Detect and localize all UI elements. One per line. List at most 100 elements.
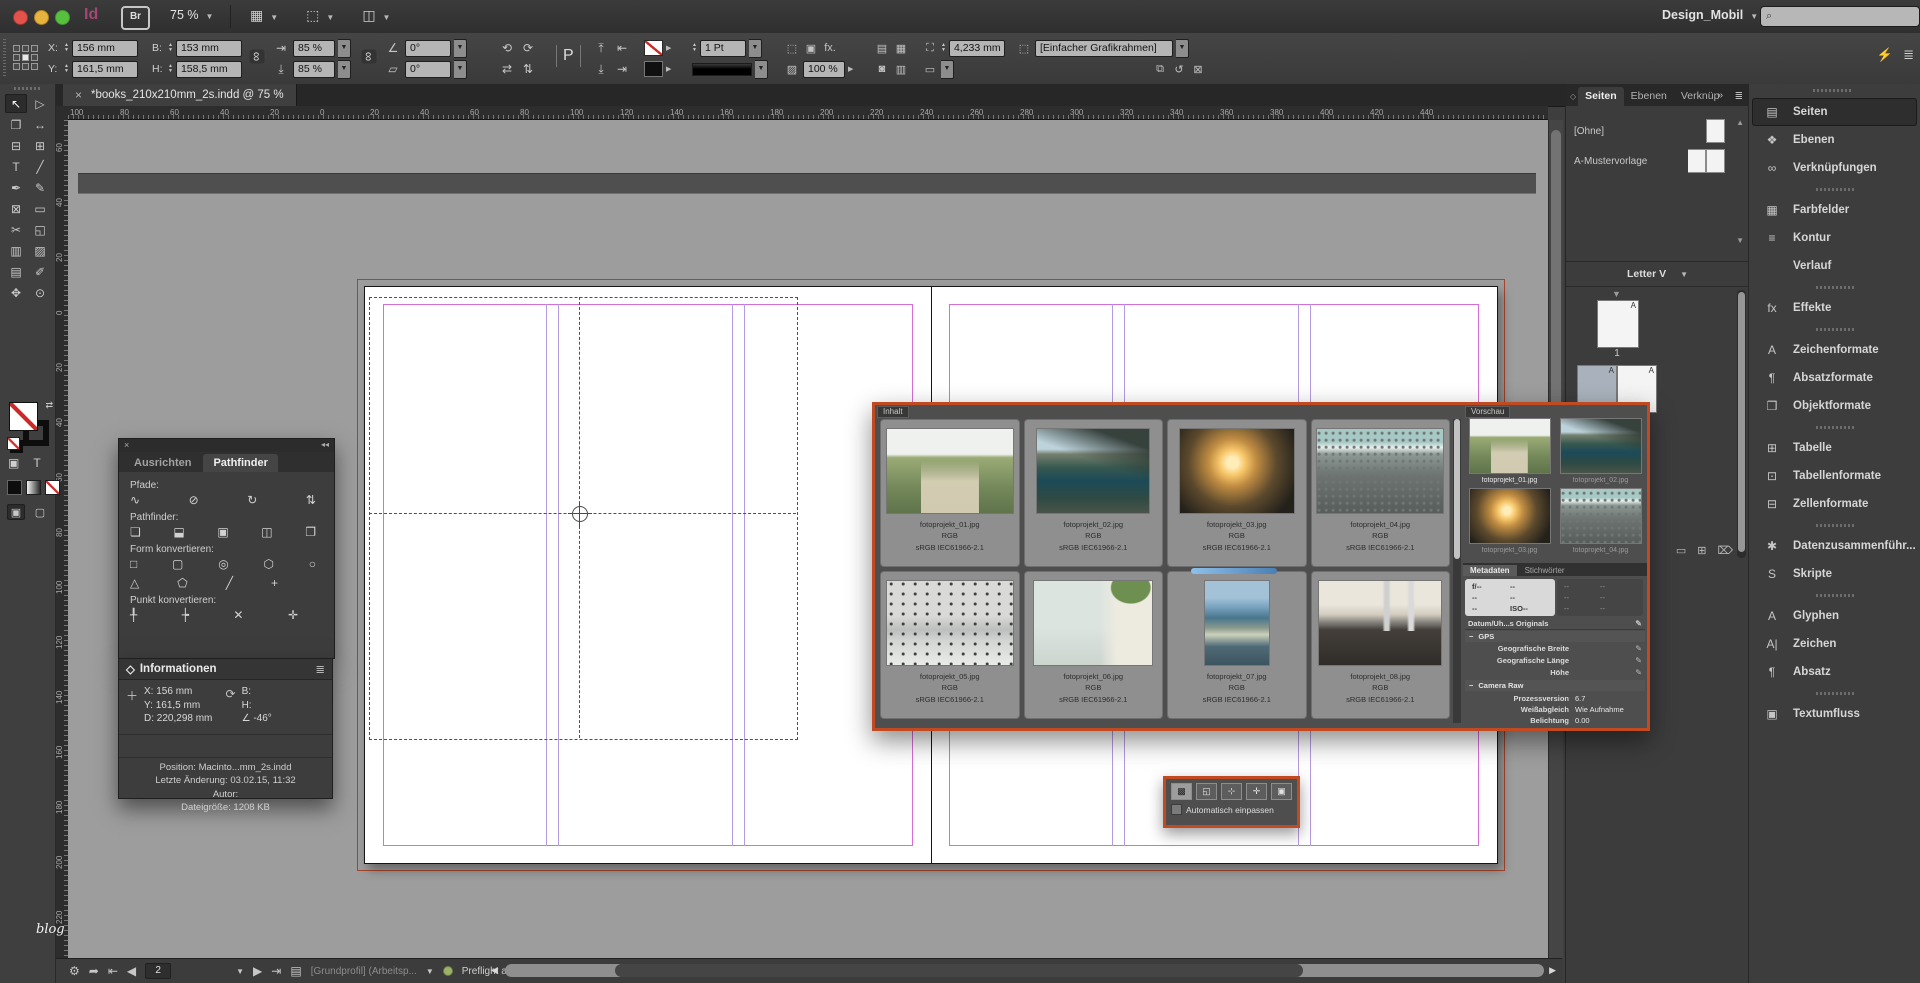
- dock-item-zellenformate[interactable]: ⊟ Zellenformate: [1749, 490, 1920, 518]
- edit-icon[interactable]: ✎: [1635, 619, 1642, 628]
- Ebenen[interactable]: Ebenen: [1624, 87, 1674, 106]
- new-page-icon[interactable]: ⊞: [1697, 544, 1706, 557]
- open-path-icon[interactable]: ⊘: [189, 493, 199, 507]
- formatting-affects-text-icon[interactable]: T: [33, 456, 40, 470]
- reference-point-proxy[interactable]: [13, 45, 38, 70]
- convert-polygon-icon[interactable]: ⬠: [177, 576, 187, 590]
- search-input[interactable]: [1776, 10, 1898, 24]
- wrap-bounding-box-icon[interactable]: ▦: [893, 42, 909, 55]
- content-placer-tool[interactable]: ⊞: [29, 136, 51, 155]
- scale-y-field[interactable]: 85 %: [293, 61, 335, 78]
- chevron-down-icon[interactable]: ▼: [454, 39, 467, 58]
- minus-back-icon[interactable]: ❐: [305, 525, 316, 539]
- x-position-field[interactable]: 156 mm: [72, 40, 138, 57]
- chevron-down-icon[interactable]: ▼: [338, 39, 351, 58]
- date-original-row[interactable]: Datum/Uh...s Originals✎: [1465, 618, 1645, 630]
- scrollbar-thumb[interactable]: [1454, 419, 1460, 559]
- frame-center-crosshair[interactable]: [572, 506, 588, 522]
- preview-pane-tab[interactable]: Vorschau: [1465, 406, 1510, 418]
- width-field[interactable]: 153 mm: [176, 40, 242, 57]
- dock-item-ebenen[interactable]: ❖ Ebenen: [1749, 126, 1920, 154]
- no-text-wrap-icon[interactable]: ▤: [874, 42, 890, 55]
- scroll-down-icon[interactable]: ▼: [1736, 236, 1744, 245]
- dock-item-kontur[interactable]: ≡ Kontur: [1749, 224, 1920, 252]
- dock-item-tabellenformate[interactable]: ⊡ Tabellenformate: [1749, 462, 1920, 490]
- collapse-icon[interactable]: −: [1469, 681, 1473, 690]
- wrap-object-shape-icon[interactable]: ◙: [874, 63, 890, 75]
- chevron-down-icon[interactable]: ▼: [941, 60, 954, 79]
- convert-rectangle-icon[interactable]: □: [130, 557, 137, 571]
- camera-raw-section-header[interactable]: −Camera Raw: [1465, 680, 1645, 691]
- convert-line-icon[interactable]: ╱: [226, 576, 233, 590]
- fit-gap-field[interactable]: 4,233 mm: [949, 40, 1005, 57]
- dock-item-zeichenformate[interactable]: A Zeichenformate: [1749, 336, 1920, 364]
- rotate-ccw-icon[interactable]: ⟲: [498, 41, 516, 55]
- swap-fill-stroke-icon[interactable]: ⇄: [45, 400, 53, 411]
- drop-shadow-icon[interactable]: ▣: [803, 42, 819, 55]
- zoom-tool[interactable]: ⊙: [29, 283, 51, 302]
- preview-thumbnail[interactable]: fotoprojekt_03.jpg: [1465, 488, 1554, 554]
- Pathfinder[interactable]: Pathfinder: [203, 454, 277, 472]
- height-field[interactable]: 158,5 mm: [176, 61, 242, 78]
- maximize-window-button[interactable]: [55, 10, 70, 25]
- effects-icon[interactable]: fx.: [822, 42, 838, 54]
- smooth-point-icon[interactable]: ✕: [233, 608, 243, 622]
- page-size-preset-dropdown[interactable]: Letter V▼: [1566, 262, 1749, 287]
- chevron-down-icon[interactable]: ▼: [1176, 39, 1189, 58]
- select-previous-icon[interactable]: ⇤: [613, 41, 631, 55]
- convert-rounded-rectangle-icon[interactable]: ▢: [172, 557, 183, 571]
- scrollbar-thumb[interactable]: [615, 964, 1303, 977]
- jump-object-icon[interactable]: ▥: [893, 63, 909, 76]
- chevron-down-icon[interactable]: ▼: [454, 60, 467, 79]
- vertical-ruler[interactable]: 604020020406080100120140160180200220: [55, 120, 69, 958]
- scrollbar-thumb[interactable]: [1551, 130, 1561, 420]
- subtract-shapes-icon[interactable]: ⬓: [173, 525, 184, 539]
- dock-item-tabelle[interactable]: ⊞ Tabelle: [1749, 434, 1920, 462]
- fill-color-swatch[interactable]: [9, 402, 38, 431]
- direct-selection-tool[interactable]: ▷: [29, 94, 51, 113]
- rotation-field[interactable]: 0°: [405, 40, 451, 57]
- edit-page-size-icon[interactable]: ▭: [1676, 544, 1686, 557]
- asset-thumbnail[interactable]: fotoprojekt_01.jpg RGB sRGB IEC61966-2.1: [880, 419, 1020, 567]
- master-page-row[interactable]: [Ohne]: [1566, 116, 1749, 146]
- dock-item-absatz[interactable]: ¶ Absatz: [1749, 658, 1920, 686]
- Stichwörter[interactable]: Stichwörter: [1518, 565, 1572, 576]
- scroll-left-icon[interactable]: ◀: [491, 965, 498, 976]
- dock-item-verlauf[interactable]: Verlauf: [1749, 252, 1920, 280]
- add-shapes-icon[interactable]: ❏: [130, 525, 141, 539]
- preview-mode-icon[interactable]: ▢: [31, 504, 49, 520]
- fit-content-to-frame-icon[interactable]: ⊹: [1221, 783, 1242, 800]
- intersect-shapes-icon[interactable]: ▣: [217, 525, 228, 539]
- join-path-icon[interactable]: ∿: [130, 493, 140, 507]
- select-container-icon[interactable]: ⤒: [592, 41, 610, 56]
- convert-beveled-rectangle-icon[interactable]: ◎: [218, 557, 228, 571]
- dock-item-seiten[interactable]: ▤ Seiten: [1752, 98, 1917, 126]
- chevron-right-icon[interactable]: ▶: [666, 65, 671, 73]
- panel-toggle-icon[interactable]: ◇: [1566, 92, 1578, 106]
- y-position-field[interactable]: 161,5 mm: [72, 61, 138, 78]
- corner-point-icon[interactable]: ┾: [182, 608, 189, 622]
- scroll-up-icon[interactable]: ▲: [1736, 118, 1744, 127]
- frame-tool[interactable]: ⊠: [5, 199, 27, 218]
- zoom-level-dropdown[interactable]: 75 %▼: [170, 8, 213, 22]
- preflight-profile-dropdown[interactable]: [Grundprofil] (Arbeitsp...: [311, 966, 417, 977]
- content-collector-tool[interactable]: ⊟: [5, 136, 27, 155]
- dock-item-glyphen[interactable]: A Glyphen: [1749, 602, 1920, 630]
- rectangle-tool[interactable]: ▭: [29, 199, 51, 218]
- chevron-right-icon[interactable]: ▶: [666, 44, 671, 52]
- panel-toggle-icon[interactable]: ◇: [126, 662, 135, 676]
- fill-swatch[interactable]: [644, 61, 663, 77]
- search-box[interactable]: ⌕: [1760, 6, 1920, 27]
- stroke-weight-field[interactable]: 1 Pt: [700, 40, 746, 57]
- panel-overflow-icon[interactable]: »: [1717, 90, 1723, 101]
- page-1-thumbnail[interactable]: A: [1597, 300, 1639, 348]
- panel-menu-icon[interactable]: ≣: [1903, 47, 1914, 63]
- apply-gradient-icon[interactable]: [26, 480, 41, 495]
- close-path-icon[interactable]: ↻: [247, 493, 257, 507]
- page-dropdown-icon[interactable]: ▼: [236, 967, 244, 976]
- clear-attributes-icon[interactable]: ⊠: [1190, 63, 1206, 76]
- scale-x-field[interactable]: 85 %: [293, 40, 335, 57]
- collapse-icon[interactable]: −: [1469, 632, 1473, 641]
- note-tool[interactable]: ▤: [5, 262, 27, 281]
- chevron-right-icon[interactable]: ▶: [848, 65, 853, 73]
